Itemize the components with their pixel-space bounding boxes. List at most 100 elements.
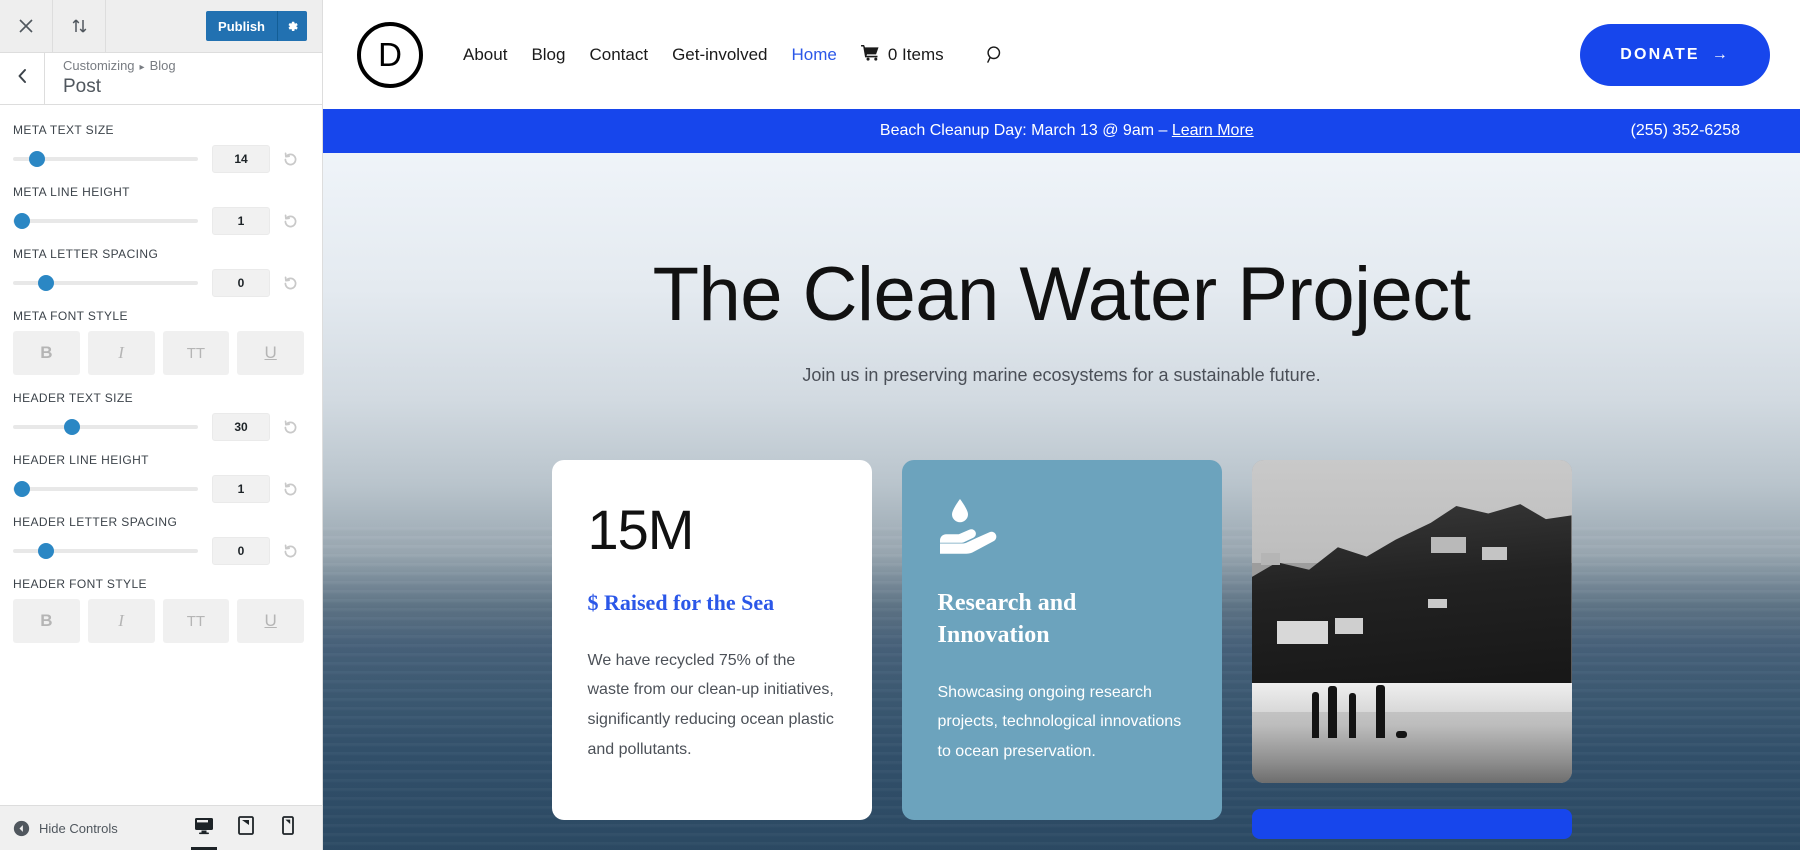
nav-item-blog[interactable]: Blog [531,45,565,65]
slider-handle[interactable] [38,275,55,291]
site-logo[interactable]: D [357,21,423,88]
arrow-right-icon: → [1711,45,1730,63]
slider-handle[interactable] [38,543,55,559]
control-label: META LETTER SPACING [13,247,159,261]
site-preview[interactable]: D About Blog Contact Get-involved Home 0 [323,0,1800,850]
slider-handle[interactable] [14,481,31,497]
main-navigation: About Blog Contact Get-involved Home 0 I… [463,44,1005,66]
nav-item-get-involved[interactable]: Get-involved [672,45,767,65]
meta-letter-spacing-value[interactable]: 0 [212,269,270,297]
nav-item-about[interactable]: About [463,45,507,65]
meta-bold-button[interactable]: B [13,331,80,375]
photo-card-button[interactable] [1251,808,1572,839]
slider-row: 14 [13,145,304,173]
meta-line-height-value[interactable]: 1 [212,207,270,235]
reset-icon[interactable] [276,213,304,230]
publish-button[interactable]: Publish [206,11,307,41]
photo-house [1481,547,1508,560]
header-line-height-slider[interactable] [13,479,198,499]
meta-text-size-slider[interactable] [13,149,198,169]
publish-area: Publish [206,0,322,52]
photo-person [1348,693,1356,738]
mobile-icon [282,816,294,840]
control-label: HEADER LETTER SPACING [13,515,178,529]
header-italic-button[interactable]: I [87,599,155,643]
reset-icon[interactable] [276,275,304,292]
mobile-preview-button[interactable] [267,806,309,850]
control-header-text-size: HEADER TEXT SIZE 30 [13,391,304,441]
slider-row: 30 [13,413,304,441]
meta-underline-button[interactable]: U [237,331,304,375]
cart-link[interactable]: 0 Items [860,44,944,66]
desktop-preview-button[interactable] [183,806,225,850]
reset-icon[interactable] [276,481,304,498]
panel-back-button[interactable] [0,53,45,104]
hero-subtitle: Join us in preserving marine ecosystems … [802,364,1321,385]
header-underline-button[interactable]: U [237,599,304,643]
header-letter-spacing-slider[interactable] [13,541,198,561]
hero-title: The Clean Water Project [652,252,1471,337]
photo-people [1309,679,1437,738]
feature-title: Research and Innovation [937,589,1077,649]
photo-person [1328,686,1338,738]
meta-uppercase-button[interactable]: TT [162,331,230,375]
photo-card [1251,459,1572,839]
announcement-message: Beach Cleanup Day: March 13 @ 9am – [879,122,1172,139]
breadcrumb-root: Customizing [63,58,135,74]
header-text-size-value[interactable]: 30 [212,413,270,441]
control-label: HEADER TEXT SIZE [13,391,133,405]
control-meta-line-height: META LINE HEIGHT 1 [13,185,304,235]
meta-italic-button[interactable]: I [87,331,155,375]
breadcrumb: Customizing ▸ Blog [63,58,176,75]
announcement-phone[interactable]: (255) 352-6258 [1631,122,1740,140]
header-bold-button[interactable]: B [13,599,80,643]
donate-button[interactable]: DONATE → [1580,23,1770,86]
photo-dog [1396,730,1408,738]
donate-label: DONATE [1620,45,1700,63]
control-label: META FONT STYLE [13,309,128,323]
slider-handle[interactable] [64,419,81,435]
control-meta-letter-spacing: META LETTER SPACING 0 [13,247,304,297]
customizer-app: Publish Customizing ▸ Blog Post META TEX… [0,0,1800,850]
cart-item-count: 0 Items [887,44,944,64]
tablet-preview-button[interactable] [225,806,267,850]
control-label: META TEXT SIZE [13,123,114,137]
search-icon[interactable] [986,45,1005,64]
header-letter-spacing-value[interactable]: 0 [212,537,270,565]
customizer-footer: Hide Controls [0,805,322,850]
slider-row: 1 [13,475,304,503]
reorder-button[interactable] [53,0,106,52]
chevron-left-icon [16,68,29,89]
control-label: HEADER LINE HEIGHT [13,453,149,467]
photo-house [1430,537,1466,554]
close-customizer-button[interactable] [0,0,53,52]
hide-controls-button[interactable]: Hide Controls [13,820,118,837]
control-label: HEADER FONT STYLE [13,577,147,591]
stat-label: $ Raised for the Sea [587,589,775,615]
meta-text-size-value[interactable]: 14 [212,145,270,173]
reset-icon[interactable] [276,543,304,560]
announcement-learn-more-link[interactable]: Learn More [1172,122,1254,139]
header-uppercase-button[interactable]: TT [162,599,230,643]
breadcrumb-separator: ▸ [139,62,145,74]
header-font-style-buttons: B I TT U [13,599,304,643]
slider-handle[interactable] [29,151,46,167]
photo-person [1375,685,1385,738]
feature-description: Showcasing ongoing research projects, te… [937,683,1182,760]
nav-item-home[interactable]: Home [792,45,837,65]
reset-icon[interactable] [276,419,304,436]
gear-icon[interactable] [277,11,307,41]
slider-track [13,425,198,429]
header-text-size-slider[interactable] [13,417,198,437]
meta-letter-spacing-slider[interactable] [13,273,198,293]
meta-line-height-slider[interactable] [13,211,198,231]
slider-row: 0 [13,537,304,565]
header-line-height-value[interactable]: 1 [212,475,270,503]
nav-item-contact[interactable]: Contact [589,45,648,65]
reset-icon[interactable] [276,151,304,168]
publish-label: Publish [218,18,265,34]
slider-handle[interactable] [14,213,31,229]
slider-row: 0 [13,269,304,297]
control-header-line-height: HEADER LINE HEIGHT 1 [13,453,304,503]
